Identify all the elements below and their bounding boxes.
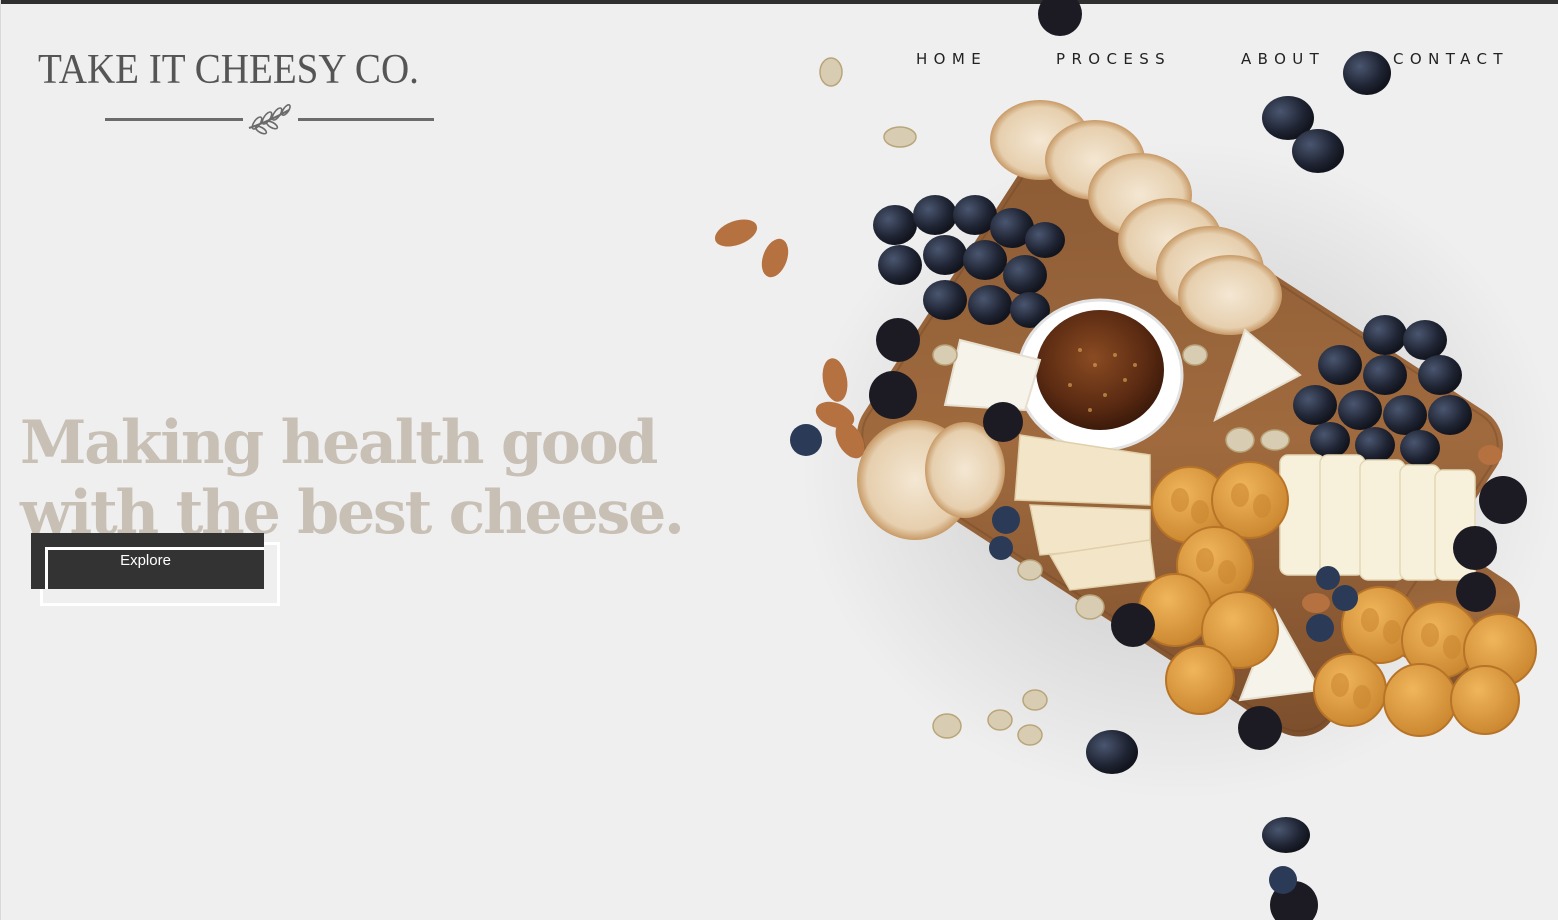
hero-headline: Making health good with the best cheese. [20,408,700,548]
logo-divider-left [105,118,243,121]
logo-divider-right [298,118,434,121]
left-border [0,0,1,920]
olive-sprig-icon [248,104,291,135]
charcuterie-board-illustration [714,0,1558,920]
hero-headline-line-1: Making health good [20,408,658,479]
explore-button[interactable]: Explore [31,533,264,589]
explore-button-label: Explore [120,552,171,569]
